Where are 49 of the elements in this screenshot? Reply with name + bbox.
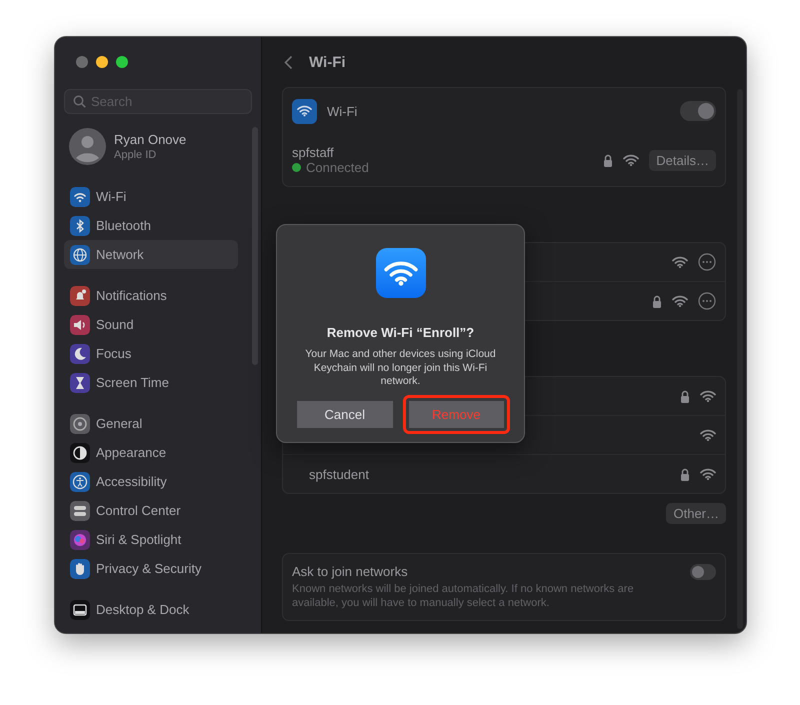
sidebar-item[interactable]: Desktop & Dock (64, 595, 238, 624)
more-icon[interactable] (698, 253, 716, 271)
lock-icon (680, 390, 690, 402)
sidebar-item[interactable]: Network (64, 240, 238, 269)
sidebar-item[interactable]: General (64, 409, 238, 438)
window-button[interactable] (96, 56, 108, 68)
sidebar-item[interactable]: Wi-Fi (64, 182, 238, 211)
sidebar-item[interactable]: Control Center (64, 496, 238, 525)
sidebar-item[interactable]: Focus (64, 339, 238, 368)
wifi-icon (623, 154, 640, 166)
details-button[interactable]: Details… (649, 150, 716, 170)
wifi-label: Wi-Fi (327, 104, 358, 118)
lock-icon (603, 154, 614, 166)
lock-icon (652, 294, 662, 308)
sidebar-item[interactable]: Accessibility (64, 467, 238, 496)
wifi-icon (700, 429, 716, 441)
other-button[interactable]: Other… (666, 503, 726, 524)
status-text: Connected (306, 160, 369, 175)
toggle-switch[interactable] (680, 101, 716, 121)
dialog-message: Your Mac and other devices using iCloud Keychain will no longer join this Wi-Fi network. (304, 348, 497, 388)
wifi-icon (700, 390, 716, 402)
sidebar-item[interactable]: Appearance (64, 438, 238, 467)
network-name: spfstaff (292, 145, 335, 160)
sidebar-item[interactable]: Screen Time (64, 368, 238, 397)
wifi-glyph (384, 260, 418, 286)
more-icon[interactable] (698, 292, 716, 310)
scrollbar[interactable] (737, 89, 743, 629)
page-title: Wi-Fi (309, 54, 346, 70)
setting-title: Ask to join networks (292, 564, 409, 579)
sidebar-item[interactable]: Sound (64, 310, 238, 339)
search-icon (73, 95, 86, 108)
sidebar-item[interactable]: Siri & Spotlight (64, 525, 238, 554)
toggle-switch[interactable] (690, 564, 716, 580)
lock-icon (680, 468, 690, 480)
back-button[interactable] (284, 54, 293, 70)
sidebar-item[interactable]: Privacy & Security (64, 554, 238, 583)
setting-description: Known networks will be joined automatically. If no known networks are available, you will have to manually select a network. (292, 582, 635, 610)
avatar-icon[interactable] (69, 128, 106, 164)
network-name[interactable]: spfstudent (292, 466, 369, 482)
account-subtitle: Apple ID (114, 148, 158, 160)
dialog-title: Remove Wi-Fi “Enroll”? (326, 325, 474, 340)
account-name[interactable]: Ryan Onove (114, 132, 186, 146)
wifi-icon (672, 295, 688, 307)
wifi-glyph (297, 105, 312, 117)
window-button[interactable] (116, 56, 128, 68)
sidebar-item[interactable]: Notifications (64, 281, 238, 310)
wifi-icon (672, 256, 688, 268)
sidebar-item[interactable]: Bluetooth (64, 211, 238, 240)
wifi-icon (700, 468, 716, 480)
